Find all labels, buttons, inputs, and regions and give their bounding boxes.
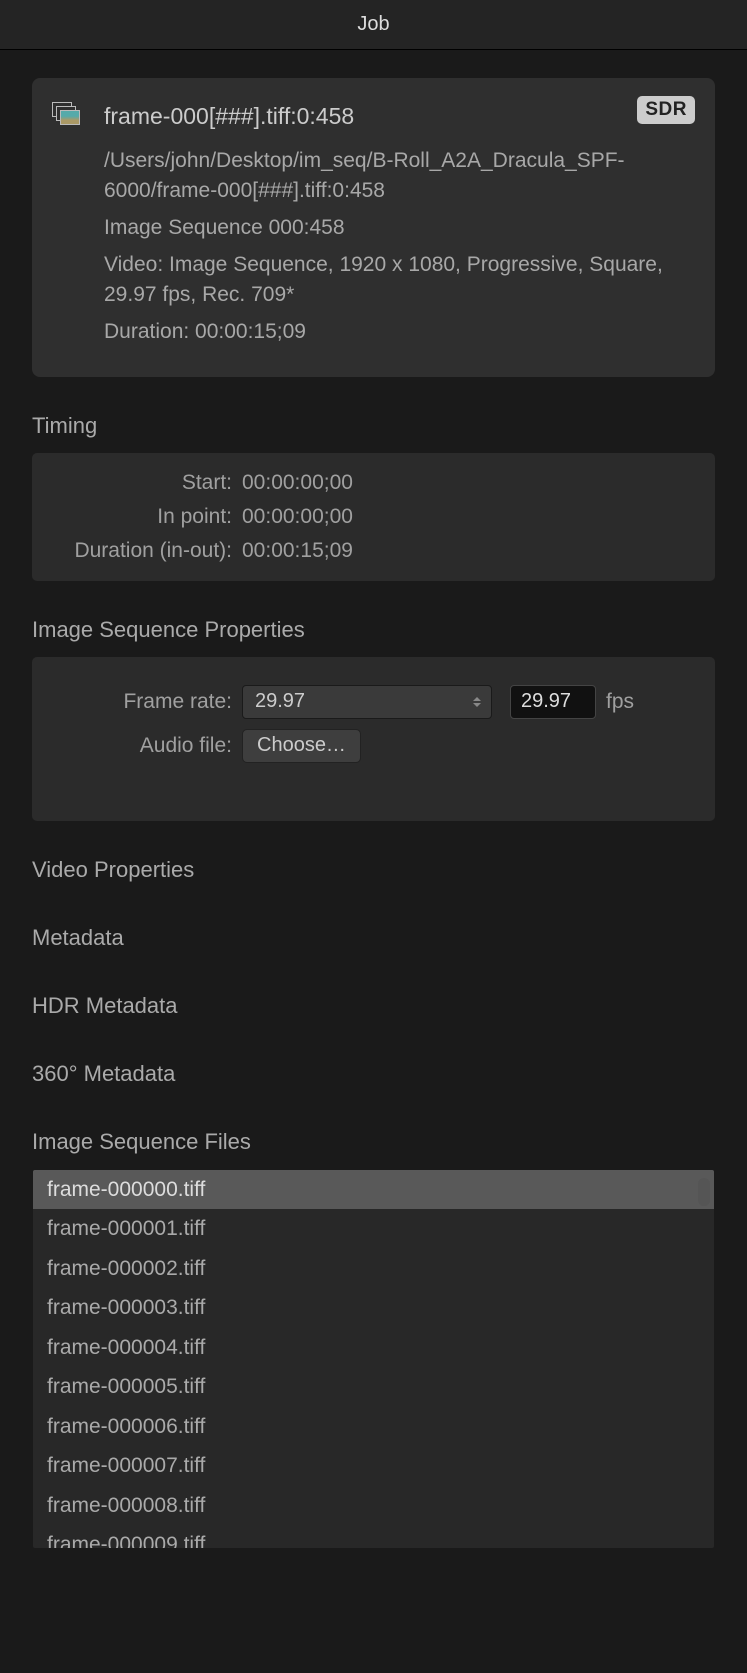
file-row[interactable]: frame-000004.tiff: [33, 1328, 714, 1368]
framerate-select-value: 29.97: [255, 690, 305, 713]
choose-audio-button[interactable]: Choose…: [242, 729, 361, 763]
imageseq-section-title: Image Sequence Properties: [32, 617, 715, 643]
timing-section-title: Timing: [32, 413, 715, 439]
stepper-arrows-icon: [473, 697, 481, 707]
file-row[interactable]: frame-000007.tiff: [33, 1446, 714, 1486]
360-metadata-title[interactable]: 360° Metadata: [32, 1061, 715, 1087]
inspector-content: frame-000[###].tiff:0:458 /Users/john/De…: [0, 50, 747, 1673]
image-sequence-icon: [52, 102, 82, 355]
inpoint-value: 00:00:00;00: [242, 505, 353, 529]
job-path: /Users/john/Desktop/im_seq/B-Roll_A2A_Dr…: [104, 146, 695, 205]
file-row[interactable]: frame-000003.tiff: [33, 1288, 714, 1328]
job-title: frame-000[###].tiff:0:458: [104, 100, 695, 132]
job-duration: Duration: 00:00:15;09: [104, 317, 695, 346]
fps-unit-label: fps: [606, 690, 634, 714]
file-row[interactable]: frame-000000.tiff: [33, 1170, 714, 1210]
titlebar: Job: [0, 0, 747, 50]
job-sequence: Image Sequence 000:458: [104, 213, 695, 242]
hdr-metadata-title[interactable]: HDR Metadata: [32, 993, 715, 1019]
sdr-badge: SDR: [637, 96, 695, 124]
job-header-info: frame-000[###].tiff:0:458 /Users/john/De…: [104, 100, 695, 355]
timing-panel: Start: 00:00:00;00 In point: 00:00:00;00…: [32, 453, 715, 581]
framerate-label: Frame rate:: [54, 690, 242, 714]
duration-value: 00:00:15;09: [242, 539, 353, 563]
duration-label: Duration (in-out):: [54, 539, 242, 563]
framerate-select[interactable]: 29.97: [242, 685, 492, 719]
titlebar-title: Job: [357, 13, 389, 36]
imageseq-panel: Frame rate: 29.97 fps Audio file: Choose…: [32, 657, 715, 821]
job-video-info: Video: Image Sequence, 1920 x 1080, Prog…: [104, 250, 695, 309]
file-row[interactable]: frame-000006.tiff: [33, 1407, 714, 1447]
file-row[interactable]: frame-000001.tiff: [33, 1209, 714, 1249]
audiofile-label: Audio file:: [54, 734, 242, 758]
files-list[interactable]: frame-000000.tiff frame-000001.tiff fram…: [32, 1169, 715, 1549]
file-row[interactable]: frame-000009.tiff: [33, 1525, 714, 1549]
framerate-input[interactable]: [510, 685, 596, 719]
start-value: 00:00:00;00: [242, 471, 353, 495]
video-properties-title[interactable]: Video Properties: [32, 857, 715, 883]
file-row[interactable]: frame-000008.tiff: [33, 1486, 714, 1526]
files-scrollbar-thumb[interactable]: [698, 1178, 710, 1206]
metadata-title[interactable]: Metadata: [32, 925, 715, 951]
start-label: Start:: [54, 471, 242, 495]
files-section-title: Image Sequence Files: [32, 1129, 715, 1155]
file-row[interactable]: frame-000002.tiff: [33, 1249, 714, 1289]
job-header-card: frame-000[###].tiff:0:458 /Users/john/De…: [32, 78, 715, 377]
file-row[interactable]: frame-000005.tiff: [33, 1367, 714, 1407]
inpoint-label: In point:: [54, 505, 242, 529]
